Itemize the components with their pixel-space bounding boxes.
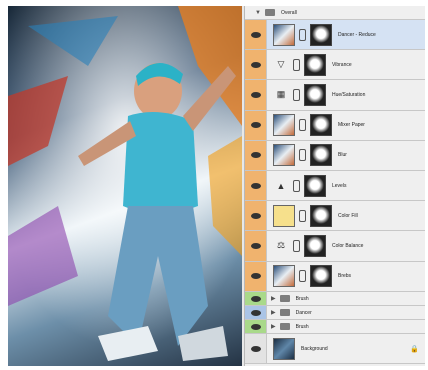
layer-mask-thumbnail[interactable] bbox=[304, 234, 326, 257]
layer-row[interactable]: ▲ Levels bbox=[245, 171, 425, 202]
link-icon[interactable] bbox=[299, 149, 306, 162]
eye-icon bbox=[250, 61, 261, 68]
vibrance-icon: ▽ bbox=[277, 59, 285, 70]
link-icon[interactable] bbox=[293, 58, 300, 71]
layer-row[interactable]: ▽ Vibrance bbox=[245, 50, 425, 81]
link-icon[interactable] bbox=[299, 28, 306, 41]
visibility-toggle[interactable] bbox=[245, 334, 267, 363]
collapse-triangle-icon[interactable]: ▶ bbox=[271, 295, 276, 302]
group-name: Dancer bbox=[295, 309, 312, 316]
layer-mask-thumbnail[interactable] bbox=[304, 174, 326, 197]
eye-icon bbox=[250, 91, 261, 98]
group-row-overall[interactable]: ▼ Overall bbox=[245, 6, 425, 20]
visibility-toggle[interactable] bbox=[245, 80, 267, 110]
group-row-brush[interactable]: ▶ Brush bbox=[245, 292, 425, 306]
visibility-toggle[interactable] bbox=[245, 201, 267, 231]
layer-name: Background bbox=[301, 345, 328, 352]
layer-row[interactable]: Blur bbox=[245, 140, 425, 171]
eye-icon bbox=[250, 309, 261, 316]
photoshop-workspace: ▼ Overall Dancer - Reduce ▽ Vibrance ▦ Hue/S… bbox=[8, 6, 425, 366]
eye-icon bbox=[250, 323, 261, 330]
group-name: Brush bbox=[295, 295, 309, 302]
layer-mask-thumbnail[interactable] bbox=[310, 114, 332, 137]
layer-name: Hue/Saturation bbox=[332, 91, 366, 98]
document-canvas[interactable] bbox=[8, 6, 242, 366]
layer-name: Color Balance bbox=[332, 242, 364, 249]
layer-mask-thumbnail[interactable] bbox=[310, 265, 332, 288]
visibility-toggle[interactable] bbox=[245, 50, 267, 80]
layer-mask-thumbnail[interactable] bbox=[304, 83, 326, 106]
layer-thumbnail bbox=[273, 114, 295, 137]
dancer-artwork-image bbox=[8, 6, 242, 366]
visibility-toggle[interactable] bbox=[245, 231, 267, 261]
layer-name: Dancer - Reduce bbox=[338, 31, 376, 38]
layer-name: Levels bbox=[332, 182, 347, 189]
layer-row[interactable]: Color Fill bbox=[245, 201, 425, 232]
eye-icon bbox=[250, 152, 261, 159]
layers-panel: ▼ Overall Dancer - Reduce ▽ Vibrance ▦ Hue/S… bbox=[244, 6, 425, 366]
group-row-dancer[interactable]: ▶ Dancer bbox=[245, 306, 425, 320]
levels-icon: ▲ bbox=[276, 180, 286, 191]
folder-icon bbox=[279, 309, 290, 316]
eye-icon bbox=[250, 295, 261, 302]
collapse-triangle-icon[interactable]: ▶ bbox=[271, 323, 276, 330]
layer-thumbnail bbox=[273, 23, 295, 46]
eye-icon bbox=[250, 182, 261, 189]
link-icon[interactable] bbox=[299, 209, 306, 222]
link-icon[interactable] bbox=[299, 270, 306, 283]
visibility-toggle[interactable] bbox=[245, 110, 267, 140]
visibility-toggle[interactable] bbox=[245, 320, 267, 333]
link-icon[interactable] bbox=[299, 119, 306, 132]
layer-mask-thumbnail[interactable] bbox=[310, 23, 332, 46]
visibility-toggle[interactable] bbox=[245, 261, 267, 291]
layer-row[interactable]: Brebs bbox=[245, 261, 425, 292]
layer-thumbnail bbox=[273, 337, 295, 360]
color-balance-icon: ⚖ bbox=[276, 240, 286, 251]
eye-icon bbox=[250, 31, 261, 38]
visibility-toggle[interactable] bbox=[245, 171, 267, 201]
link-icon[interactable] bbox=[293, 179, 300, 192]
layer-row[interactable]: Dancer - Reduce bbox=[245, 20, 425, 51]
folder-icon bbox=[264, 9, 275, 16]
layer-name: Color Fill bbox=[338, 212, 358, 219]
layer-name: Brebs bbox=[338, 273, 352, 280]
layer-row-background[interactable]: Background 🔒 bbox=[245, 334, 425, 364]
link-icon[interactable] bbox=[293, 88, 300, 101]
layer-row[interactable]: ⚖ Color Balance bbox=[245, 231, 425, 262]
group-name: Overall bbox=[280, 9, 297, 16]
hue-saturation-icon: ▦ bbox=[276, 89, 286, 100]
link-icon[interactable] bbox=[293, 239, 300, 252]
visibility-toggle[interactable] bbox=[245, 20, 267, 50]
eye-icon bbox=[250, 122, 261, 129]
visibility-toggle[interactable] bbox=[245, 140, 267, 170]
eye-icon bbox=[250, 345, 261, 352]
eye-icon bbox=[250, 273, 261, 280]
layer-row[interactable]: Mixer Paper bbox=[245, 110, 425, 141]
group-row-brush-2[interactable]: ▶ Brush bbox=[245, 320, 425, 334]
layer-row[interactable]: ▦ Hue/Saturation bbox=[245, 80, 425, 111]
layer-name: Mixer Paper bbox=[338, 122, 365, 129]
visibility-toggle[interactable] bbox=[245, 292, 267, 305]
layer-thumbnail bbox=[273, 204, 295, 227]
folder-icon bbox=[279, 323, 290, 330]
eye-icon bbox=[250, 242, 261, 249]
group-name: Brush bbox=[295, 323, 309, 330]
visibility-toggle[interactable] bbox=[245, 306, 267, 319]
layer-mask-thumbnail[interactable] bbox=[304, 53, 326, 76]
layer-thumbnail bbox=[273, 144, 295, 167]
eye-icon bbox=[250, 212, 261, 219]
layer-name: Blur bbox=[338, 152, 347, 159]
layer-mask-thumbnail[interactable] bbox=[310, 144, 332, 167]
layer-mask-thumbnail[interactable] bbox=[310, 204, 332, 227]
layer-name: Vibrance bbox=[332, 61, 352, 68]
layer-thumbnail bbox=[273, 265, 295, 288]
lock-icon: 🔒 bbox=[410, 345, 419, 353]
collapse-triangle-icon[interactable]: ▶ bbox=[271, 309, 276, 316]
folder-icon bbox=[279, 295, 290, 302]
expand-triangle-icon[interactable]: ▼ bbox=[255, 10, 261, 16]
